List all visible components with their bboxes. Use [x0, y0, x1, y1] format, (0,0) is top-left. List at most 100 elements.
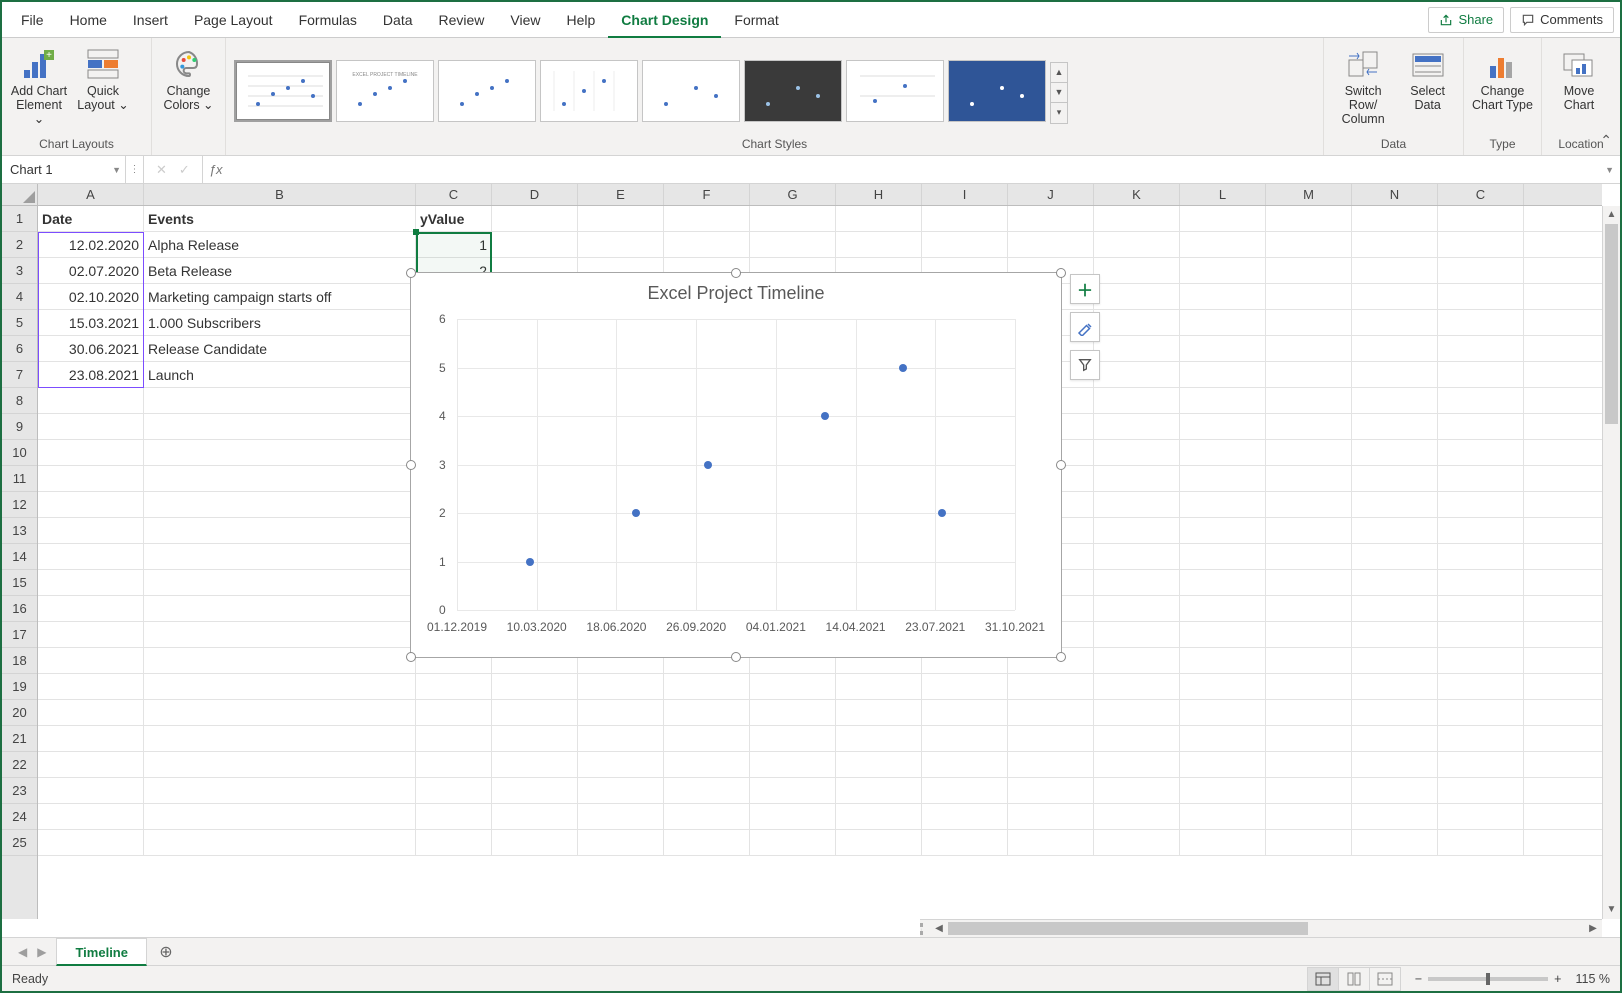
cell[interactable]: [1352, 206, 1438, 231]
column-headers[interactable]: ABCDEFGHIJKLMNC: [38, 184, 1602, 206]
comments-button[interactable]: Comments: [1510, 7, 1614, 33]
ribbon-tab-formulas[interactable]: Formulas: [286, 2, 370, 38]
cell[interactable]: [144, 596, 416, 621]
cell[interactable]: [1094, 570, 1180, 595]
cell[interactable]: Date: [38, 206, 144, 231]
cell[interactable]: [416, 830, 492, 855]
cell[interactable]: [1352, 544, 1438, 569]
scroll-left-icon[interactable]: ◀: [930, 923, 948, 934]
ribbon-tab-insert[interactable]: Insert: [120, 2, 181, 38]
cell[interactable]: [1094, 388, 1180, 413]
cell[interactable]: [1266, 778, 1352, 803]
cell[interactable]: [1266, 648, 1352, 673]
row-header[interactable]: 7: [2, 362, 37, 388]
cell[interactable]: [1008, 232, 1094, 257]
cell[interactable]: [750, 206, 836, 231]
horizontal-scrollbar[interactable]: ◀ ▶: [920, 919, 1602, 937]
cell[interactable]: [1180, 414, 1266, 439]
row-header[interactable]: 15: [2, 570, 37, 596]
cell[interactable]: [38, 674, 144, 699]
cell[interactable]: [750, 700, 836, 725]
cell[interactable]: [664, 700, 750, 725]
cell[interactable]: [1180, 284, 1266, 309]
cell[interactable]: [1438, 466, 1524, 491]
cell[interactable]: [1180, 310, 1266, 335]
cell[interactable]: [1438, 726, 1524, 751]
cell[interactable]: [1438, 830, 1524, 855]
cell[interactable]: [1352, 726, 1438, 751]
cell[interactable]: Release Candidate: [144, 336, 416, 361]
data-point[interactable]: [526, 558, 534, 566]
cell[interactable]: [1352, 466, 1438, 491]
cell[interactable]: Beta Release: [144, 258, 416, 283]
switch-row-column-button[interactable]: Switch Row/ Column: [1332, 42, 1394, 126]
cell[interactable]: [144, 726, 416, 751]
column-header[interactable]: C: [1438, 184, 1524, 205]
formula-input[interactable]: ▼: [229, 156, 1620, 183]
cell[interactable]: [38, 388, 144, 413]
data-point[interactable]: [938, 509, 946, 517]
cell[interactable]: [664, 752, 750, 777]
cell[interactable]: [1352, 336, 1438, 361]
cell[interactable]: [750, 804, 836, 829]
column-header[interactable]: F: [664, 184, 750, 205]
cell[interactable]: [1008, 778, 1094, 803]
cell[interactable]: 30.06.2021: [38, 336, 144, 361]
cell[interactable]: [578, 232, 664, 257]
row-header[interactable]: 10: [2, 440, 37, 466]
cell[interactable]: [1180, 752, 1266, 777]
cell[interactable]: [1352, 518, 1438, 543]
fx-icon[interactable]: ƒx: [203, 156, 229, 183]
cell[interactable]: [922, 804, 1008, 829]
add-sheet-button[interactable]: ⊕: [153, 939, 179, 965]
cell[interactable]: [578, 206, 664, 231]
sheet-nav-next-icon[interactable]: ▶: [37, 945, 46, 959]
cell[interactable]: [1266, 674, 1352, 699]
cell[interactable]: [836, 700, 922, 725]
column-header[interactable]: G: [750, 184, 836, 205]
cell[interactable]: [1352, 284, 1438, 309]
scroll-thumb[interactable]: [1605, 224, 1618, 424]
cell[interactable]: [1438, 310, 1524, 335]
select-all-button[interactable]: [2, 184, 38, 206]
cell[interactable]: [1438, 232, 1524, 257]
chart-object[interactable]: Excel Project Timeline 012345601.12.2019…: [410, 272, 1062, 658]
cell[interactable]: [1266, 518, 1352, 543]
cell[interactable]: [1180, 466, 1266, 491]
chart-style-7[interactable]: [846, 60, 944, 122]
cell[interactable]: [38, 622, 144, 647]
cell[interactable]: [38, 726, 144, 751]
cell[interactable]: [1094, 622, 1180, 647]
cell[interactable]: [1180, 596, 1266, 621]
cell[interactable]: [1438, 674, 1524, 699]
row-header[interactable]: 19: [2, 674, 37, 700]
ribbon-tab-data[interactable]: Data: [370, 2, 426, 38]
cell[interactable]: [836, 206, 922, 231]
cell[interactable]: [144, 570, 416, 595]
cell[interactable]: [1266, 804, 1352, 829]
row-header[interactable]: 12: [2, 492, 37, 518]
cell[interactable]: [836, 804, 922, 829]
cell[interactable]: Marketing campaign starts off: [144, 284, 416, 309]
row-headers[interactable]: 1234567891011121314151617181920212223242…: [2, 206, 38, 919]
cell[interactable]: [1094, 648, 1180, 673]
sheet-tab-timeline[interactable]: Timeline: [56, 938, 147, 966]
ribbon-tab-home[interactable]: Home: [57, 2, 120, 38]
cell[interactable]: [492, 752, 578, 777]
cell[interactable]: [1352, 830, 1438, 855]
cell[interactable]: [1094, 700, 1180, 725]
cell[interactable]: [1008, 752, 1094, 777]
cell[interactable]: [144, 544, 416, 569]
column-header[interactable]: C: [416, 184, 492, 205]
cell[interactable]: [1266, 206, 1352, 231]
chart-style-8[interactable]: [948, 60, 1046, 122]
change-chart-type-button[interactable]: Change Chart Type: [1472, 42, 1533, 112]
cell[interactable]: [836, 232, 922, 257]
row-header[interactable]: 16: [2, 596, 37, 622]
cell[interactable]: [664, 804, 750, 829]
cell[interactable]: [1094, 674, 1180, 699]
chart-style-2[interactable]: EXCEL PROJECT TIMELINE: [336, 60, 434, 122]
cell[interactable]: [1438, 440, 1524, 465]
cell[interactable]: [492, 674, 578, 699]
cell[interactable]: [1094, 778, 1180, 803]
